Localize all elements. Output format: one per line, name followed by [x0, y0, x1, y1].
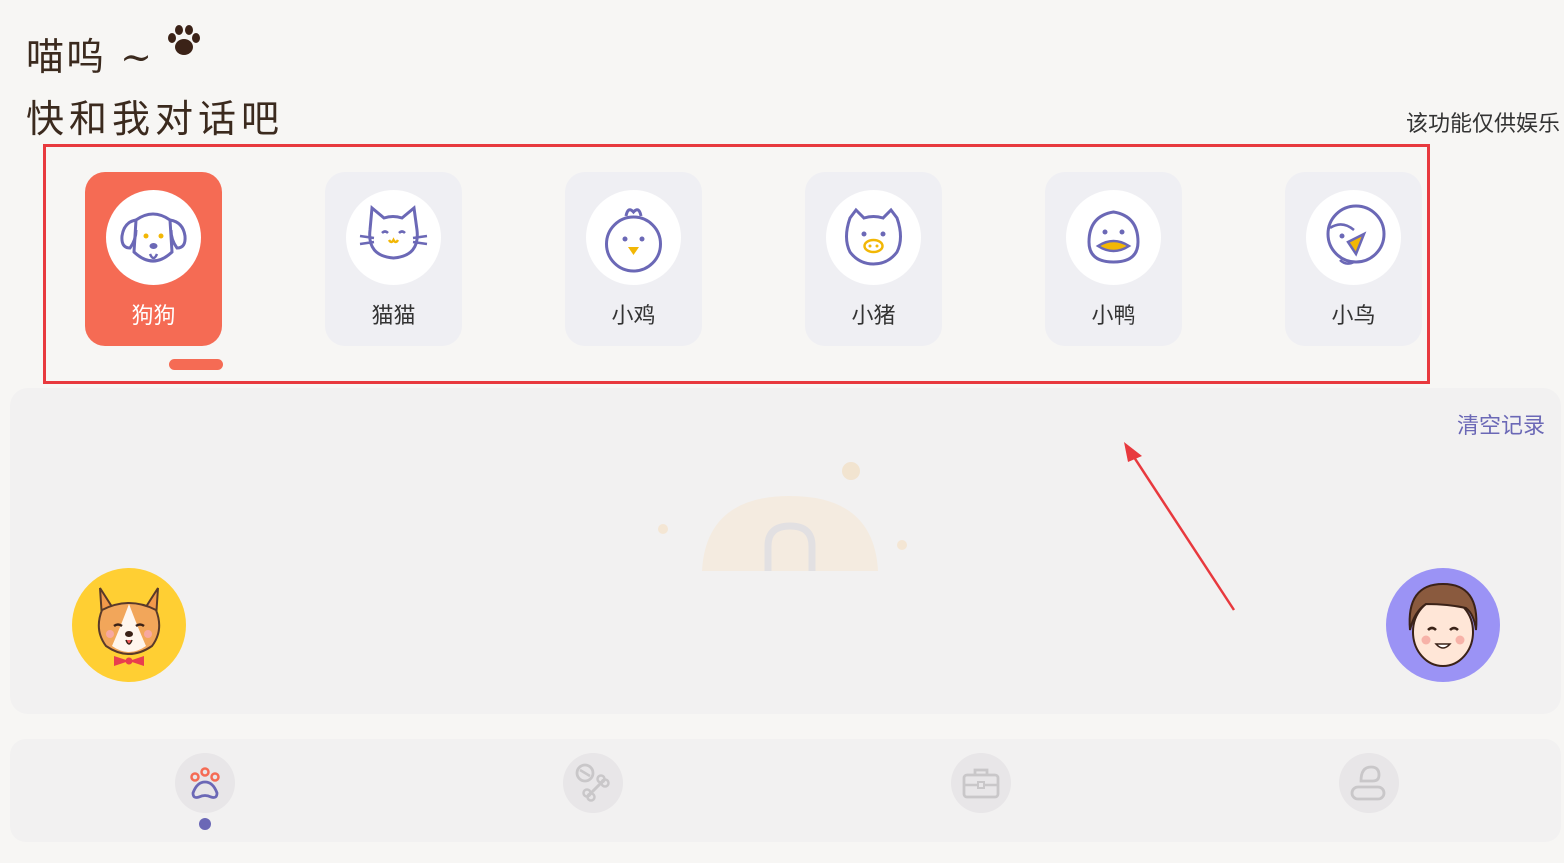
tab-toolbox[interactable] [951, 753, 1011, 813]
bird-icon [1306, 190, 1401, 285]
tab-pet-care[interactable] [563, 753, 623, 813]
active-tab-dot [199, 818, 211, 830]
chat-panel: 清空记录 [10, 388, 1561, 714]
pig-icon [826, 190, 921, 285]
animal-label: 小猪 [851, 304, 896, 329]
dog-icon [106, 190, 201, 285]
clear-history-button[interactable]: 清空记录 [1457, 408, 1545, 440]
corgi-avatar [72, 568, 186, 682]
user-avatar [1386, 568, 1500, 682]
animal-card-chick[interactable]: 小鸡 [565, 172, 702, 346]
cat-icon [346, 190, 441, 285]
animal-label: 小鸡 [611, 304, 656, 329]
animal-card-pig[interactable]: 小猪 [805, 172, 942, 346]
animal-label: 小鸭 [1091, 304, 1136, 329]
tab-home[interactable] [175, 753, 235, 813]
duck-icon [1066, 190, 1161, 285]
paw-icon [168, 25, 200, 55]
profile-tab-icon [1350, 765, 1386, 801]
greeting-subtitle: 快和我对话吧 [26, 97, 285, 141]
empty-state-illustration [658, 462, 907, 571]
highlight-frame [43, 144, 1430, 384]
disclaimer-text: 该功能仅供娱乐 [1405, 112, 1560, 137]
animal-label: 猫猫 [371, 304, 416, 329]
animal-card-duck[interactable]: 小鸭 [1045, 172, 1182, 346]
tab-profile[interactable] [1339, 753, 1399, 813]
paw-tab-icon [190, 767, 220, 799]
animal-label: 狗狗 [131, 304, 176, 329]
bone-tab-icon [575, 763, 610, 802]
animal-card-cat[interactable]: 猫猫 [325, 172, 462, 346]
bottom-tab-bar [10, 739, 1561, 842]
chick-icon [586, 190, 681, 285]
toolbox-tab-icon [962, 768, 1000, 799]
greeting-title: 喵呜 ~ [26, 35, 154, 79]
animal-label: 小鸟 [1331, 304, 1376, 329]
animal-card-bird[interactable]: 小鸟 [1285, 172, 1422, 346]
animal-card-dog[interactable]: 狗狗 [85, 172, 222, 346]
selected-indicator [169, 359, 223, 370]
